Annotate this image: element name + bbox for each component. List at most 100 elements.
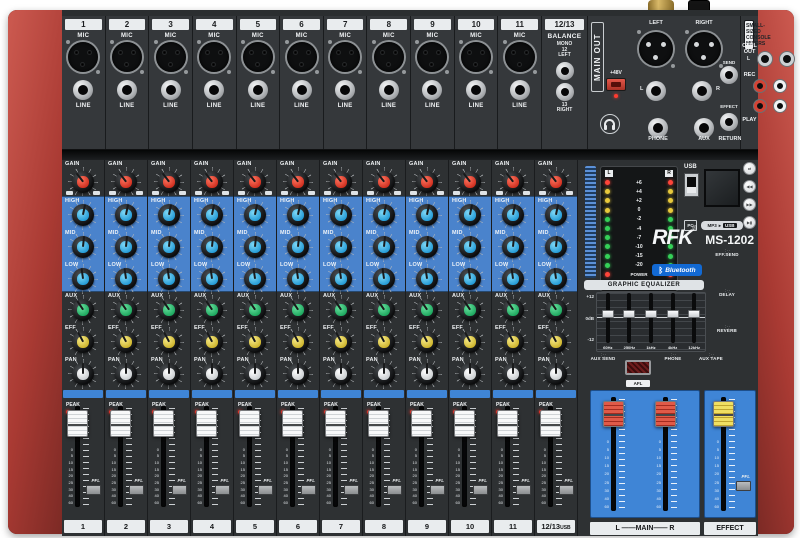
aux-send-knob[interactable] [71,298,95,322]
mid-eq-knob[interactable] [157,235,181,259]
effect-send-knob[interactable] [114,330,138,354]
media-button[interactable]: ◀◀ [743,180,756,193]
mid-eq-knob[interactable] [501,235,525,259]
pan-knob[interactable] [200,362,224,386]
pan-knob[interactable] [544,362,568,386]
high-eq-knob[interactable] [415,203,439,227]
channel-fader[interactable] [153,410,174,437]
main-right-fader-cap[interactable] [655,401,676,427]
aux-send-knob[interactable] [458,298,482,322]
low-eq-knob[interactable] [544,267,568,291]
phantom-power-switch[interactable] [606,78,626,91]
pan-knob[interactable] [243,362,267,386]
effect-fader-cap[interactable] [713,401,734,427]
eq-slider-cap[interactable] [623,310,635,318]
pan-knob[interactable] [286,362,310,386]
eq-band-slider[interactable] [606,293,610,343]
mid-eq-knob[interactable] [415,235,439,259]
high-eq-knob[interactable] [372,203,396,227]
low-eq-knob[interactable] [329,267,353,291]
gain-knob[interactable] [243,170,267,194]
mid-eq-knob[interactable] [329,235,353,259]
pan-knob[interactable] [501,362,525,386]
effect-pfl-button[interactable] [736,481,751,491]
aux-send-knob[interactable] [544,298,568,322]
channel-fader[interactable] [411,410,432,437]
effect-send-knob[interactable] [501,330,525,354]
channel-fader[interactable] [325,410,346,437]
pfl-button[interactable] [430,485,445,495]
eq-slider-cap[interactable] [645,310,657,318]
channel-fader[interactable] [540,410,561,437]
pfl-button[interactable] [301,485,316,495]
aux-send-knob[interactable] [200,298,224,322]
high-eq-knob[interactable] [501,203,525,227]
high-eq-knob[interactable] [243,203,267,227]
mid-eq-knob[interactable] [458,235,482,259]
effect-send-knob[interactable] [329,330,353,354]
eq-band-slider[interactable] [649,293,653,343]
pfl-button[interactable] [258,485,273,495]
gain-knob[interactable] [544,170,568,194]
pan-knob[interactable] [372,362,396,386]
pan-knob[interactable] [458,362,482,386]
low-eq-knob[interactable] [114,267,138,291]
effect-send-knob[interactable] [544,330,568,354]
pan-knob[interactable] [157,362,181,386]
aux-send-knob[interactable] [501,298,525,322]
effect-send-knob[interactable] [458,330,482,354]
mid-eq-knob[interactable] [243,235,267,259]
aux-send-knob[interactable] [286,298,310,322]
mid-eq-knob[interactable] [372,235,396,259]
high-eq-knob[interactable] [114,203,138,227]
pfl-button[interactable] [129,485,144,495]
aux-send-knob[interactable] [372,298,396,322]
mid-eq-knob[interactable] [71,235,95,259]
pan-knob[interactable] [114,362,138,386]
channel-fader[interactable] [67,410,88,437]
gain-knob[interactable] [157,170,181,194]
pan-knob[interactable] [71,362,95,386]
gain-knob[interactable] [458,170,482,194]
low-eq-knob[interactable] [372,267,396,291]
effect-send-knob[interactable] [200,330,224,354]
eq-slider-cap[interactable] [602,310,614,318]
main-left-fader-cap[interactable] [603,401,624,427]
pfl-button[interactable] [172,485,187,495]
aux-send-knob[interactable] [157,298,181,322]
aux-send-knob[interactable] [415,298,439,322]
low-eq-knob[interactable] [243,267,267,291]
gain-knob[interactable] [114,170,138,194]
high-eq-knob[interactable] [329,203,353,227]
eq-slider-cap[interactable] [667,310,679,318]
high-eq-knob[interactable] [200,203,224,227]
effect-send-knob[interactable] [372,330,396,354]
channel-fader[interactable] [497,410,518,437]
eq-slider-cap[interactable] [688,310,700,318]
mid-eq-knob[interactable] [114,235,138,259]
channel-fader[interactable] [454,410,475,437]
afl-button[interactable] [625,360,651,375]
mid-eq-knob[interactable] [544,235,568,259]
effect-send-knob[interactable] [286,330,310,354]
low-eq-knob[interactable] [71,267,95,291]
low-eq-knob[interactable] [157,267,181,291]
high-eq-knob[interactable] [544,203,568,227]
gain-knob[interactable] [200,170,224,194]
gain-knob[interactable] [501,170,525,194]
high-eq-knob[interactable] [286,203,310,227]
low-eq-knob[interactable] [501,267,525,291]
eq-band-slider[interactable] [692,293,696,343]
channel-fader[interactable] [110,410,131,437]
pfl-button[interactable] [215,485,230,495]
channel-fader[interactable] [239,410,260,437]
media-button[interactable]: ⇄ [743,162,756,175]
gain-knob[interactable] [71,170,95,194]
pan-knob[interactable] [329,362,353,386]
gain-knob[interactable] [286,170,310,194]
channel-fader[interactable] [196,410,217,437]
aux-send-knob[interactable] [243,298,267,322]
pfl-button[interactable] [559,485,574,495]
effect-send-knob[interactable] [243,330,267,354]
mid-eq-knob[interactable] [286,235,310,259]
